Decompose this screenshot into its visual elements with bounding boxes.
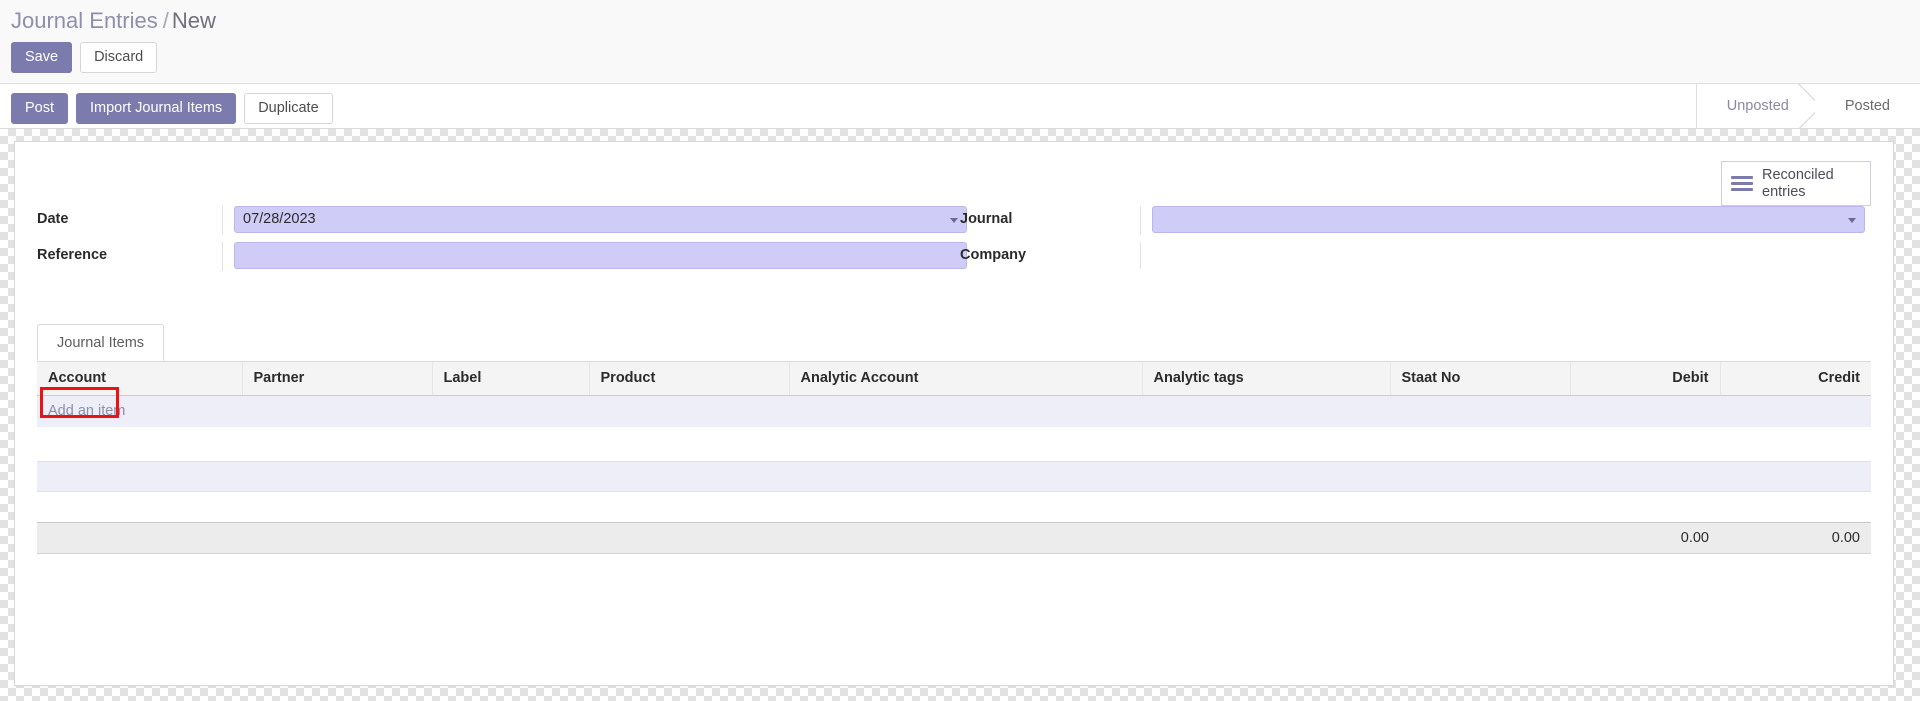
add-item-row[interactable]: Add an item [37, 387, 1871, 428]
record-buttons: Save Discard [11, 42, 158, 73]
add-item-row-filler [242, 395, 1871, 428]
empty-band-row [37, 461, 1871, 492]
company-value-cell[interactable] [1140, 242, 1865, 269]
control-panel: Journal Entries / New Save Discard [0, 0, 1920, 84]
column-header-partner[interactable]: Partner [242, 362, 433, 396]
notebook-tabs: Journal Items [37, 324, 1871, 362]
journal-items-header: Account Partner Label Product Analytic A… [37, 362, 1871, 396]
breadcrumb-root-link[interactable]: Journal Entries [11, 8, 158, 33]
column-header-label[interactable]: Label [432, 362, 590, 396]
discard-button[interactable]: Discard [80, 42, 158, 73]
post-button[interactable]: Post [11, 93, 69, 124]
journal-input[interactable] [1152, 206, 1865, 233]
save-button[interactable]: Save [11, 42, 73, 73]
reconciled-entries-button[interactable]: Reconciled entries [1721, 161, 1871, 206]
status-item-unposted[interactable]: Unposted [1696, 84, 1816, 128]
spacer-cell-bottom [37, 491, 1871, 523]
form-column-left: Date 07/28/2023 Reference [37, 206, 967, 271]
reconciled-entries-line2: entries [1762, 183, 1806, 200]
form-sheet: Reconciled entries Date 07/28/2023 Refer… [14, 141, 1894, 686]
status-item-posted[interactable]: Posted [1814, 84, 1920, 128]
reconciled-entries-label: Reconciled entries [1762, 167, 1834, 201]
reference-value-cell [222, 242, 967, 271]
chevron-right-icon [1794, 84, 1816, 128]
table-header-row: Account Partner Label Product Analytic A… [37, 362, 1871, 396]
action-bar: Post Import Journal Items Duplicate Unpost… [0, 84, 1920, 129]
reference-label: Reference [37, 247, 108, 263]
form-column-right: Journal Company [960, 206, 1865, 269]
empty-band-cell [37, 461, 1871, 492]
date-label: Date [37, 211, 69, 227]
column-header-analytic-tags[interactable]: Analytic tags [1142, 362, 1391, 396]
spacer-cell-top [37, 427, 1871, 462]
journal-value-cell [1140, 206, 1865, 235]
tab-journal-items[interactable]: Journal Items [37, 324, 165, 361]
column-header-account[interactable]: Account [37, 362, 243, 396]
breadcrumb-current: New [171, 8, 216, 33]
add-an-item-link[interactable]: Add an item [48, 396, 125, 427]
status-item-posted-label: Posted [1844, 98, 1890, 114]
workflow-buttons: Post Import Journal Items Duplicate [11, 93, 333, 124]
date-input[interactable]: 07/28/2023 [234, 206, 967, 233]
app-root: Journal Entries / New Save Discard Post Impo… [0, 0, 1920, 701]
column-header-credit[interactable]: Credit [1720, 362, 1871, 396]
reference-input[interactable] [234, 242, 967, 269]
column-header-staat-no[interactable]: Staat No [1390, 362, 1571, 396]
reconciled-entries-line1: Reconciled [1762, 166, 1834, 183]
breadcrumb-separator: / [162, 8, 169, 33]
journal-label: Journal [960, 211, 1013, 227]
column-header-debit[interactable]: Debit [1570, 362, 1721, 396]
totals-debit: 0.00 [1570, 522, 1720, 554]
status-bar: Unposted Posted [1695, 84, 1920, 128]
totals-row: 0.00 0.00 [37, 522, 1871, 554]
journal-items-table: Account Partner Label Product Analytic A… [37, 362, 1871, 554]
status-item-unposted-label: Unposted [1726, 98, 1789, 114]
spacer-row-top [37, 427, 1871, 462]
duplicate-button[interactable]: Duplicate [244, 93, 333, 124]
column-header-analytic-account[interactable]: Analytic Account [789, 362, 1143, 396]
date-input-text: 07/28/2023 [243, 211, 316, 227]
totals-label-cell [37, 522, 1570, 554]
bars-icon [1731, 176, 1753, 191]
notebook: Journal Items Account Partner Label Prod… [37, 324, 1871, 554]
journal-items-body: Add an item 0.00 0.00 [37, 387, 1871, 554]
column-header-product[interactable]: Product [589, 362, 790, 396]
spacer-row-bottom [37, 491, 1871, 523]
import-journal-items-button[interactable]: Import Journal Items [76, 93, 237, 124]
breadcrumb: Journal Entries / New [11, 7, 216, 35]
add-item-cell[interactable]: Add an item [37, 387, 242, 428]
chevron-down-icon[interactable] [1848, 217, 1856, 223]
chevron-down-icon[interactable] [950, 217, 958, 223]
company-label: Company [960, 247, 1027, 263]
date-value-cell: 07/28/2023 [222, 206, 967, 235]
totals-credit: 0.00 [1720, 522, 1871, 554]
